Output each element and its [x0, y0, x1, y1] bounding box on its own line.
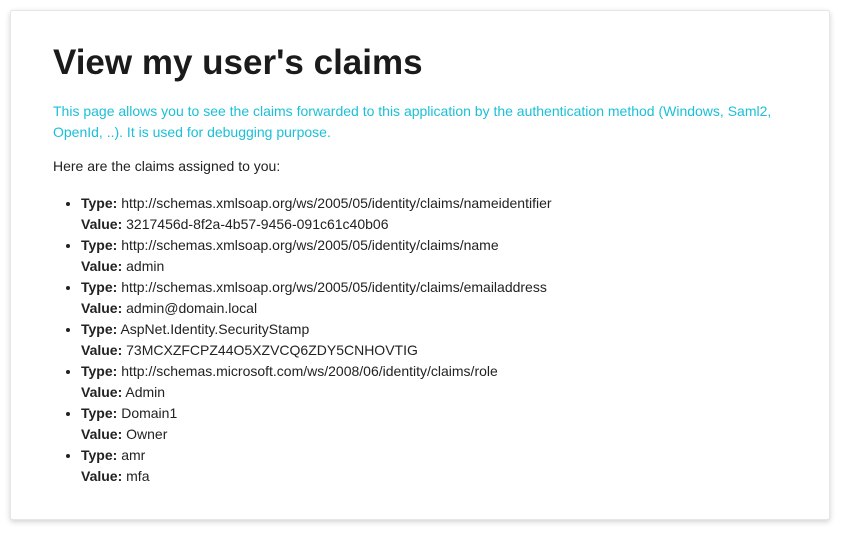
claim-item: Type: http://schemas.microsoft.com/ws/20… [81, 361, 787, 403]
claim-type-row: Type: http://schemas.xmlsoap.org/ws/2005… [81, 277, 787, 298]
claim-type-row: Type: http://schemas.xmlsoap.org/ws/2005… [81, 235, 787, 256]
claim-value: admin [126, 258, 165, 274]
claim-type-label: Type: [81, 321, 118, 337]
claim-item: Type: amr Value: mfa [81, 445, 787, 487]
claims-list: Type: http://schemas.xmlsoap.org/ws/2005… [53, 193, 787, 487]
claim-item: Type: http://schemas.xmlsoap.org/ws/2005… [81, 277, 787, 319]
claim-value-label: Value: [81, 258, 123, 274]
claims-intro: Here are the claims assigned to you: [53, 158, 281, 174]
page-title: View my user's claims [53, 43, 423, 82]
claim-value-label: Value: [81, 426, 123, 442]
claim-type-label: Type: [81, 237, 118, 253]
claim-type-label: Type: [81, 447, 118, 463]
claims-card: View my user's claims This page allows y… [10, 10, 830, 520]
claim-type-value: Domain1 [121, 405, 178, 421]
claim-type-row: Type: AspNet.Identity.SecurityStamp [81, 319, 787, 340]
claim-value-label: Value: [81, 342, 123, 358]
claim-type-row: Type: Domain1 [81, 403, 787, 424]
claim-type-label: Type: [81, 279, 118, 295]
claim-value: Owner [126, 426, 168, 442]
claim-type-value: amr [121, 447, 146, 463]
claim-type-value: AspNet.Identity.SecurityStamp [120, 321, 310, 337]
claim-type-label: Type: [81, 363, 118, 379]
claim-type-value: http://schemas.xmlsoap.org/ws/2005/05/id… [121, 237, 499, 253]
claim-type-label: Type: [81, 405, 118, 421]
claim-value: Admin [125, 384, 166, 400]
claim-value-row: Value: mfa [81, 466, 787, 487]
claim-value-label: Value: [81, 468, 123, 484]
claim-value-row: Value: Admin [81, 382, 787, 403]
claim-value-label: Value: [81, 216, 123, 232]
claim-item: Type: http://schemas.xmlsoap.org/ws/2005… [81, 235, 787, 277]
claim-value-row: Value: admin@domain.local [81, 298, 787, 319]
claim-value: 3217456d-8f2a-4b57-9456-091c61c40b06 [126, 216, 389, 232]
claim-value-label: Value: [81, 300, 123, 316]
claim-type-row: Type: http://schemas.xmlsoap.org/ws/2005… [81, 193, 787, 214]
claim-type-row: Type: http://schemas.microsoft.com/ws/20… [81, 361, 787, 382]
claim-item: Type: AspNet.Identity.SecurityStamp Valu… [81, 319, 787, 361]
claim-value: 73MCXZFCPZ44O5XZVCQ6ZDY5CNHOVTIG [126, 342, 418, 358]
claim-item: Type: http://schemas.xmlsoap.org/ws/2005… [81, 193, 787, 235]
claim-type-value: http://schemas.microsoft.com/ws/2008/06/… [121, 363, 498, 379]
claim-value-label: Value: [81, 384, 123, 400]
claim-type-value: http://schemas.xmlsoap.org/ws/2005/05/id… [121, 279, 547, 295]
claim-item: Type: Domain1 Value: Owner [81, 403, 787, 445]
claim-value-row: Value: admin [81, 256, 787, 277]
claim-type-value: http://schemas.xmlsoap.org/ws/2005/05/id… [121, 195, 552, 211]
claim-value-row: Value: 3217456d-8f2a-4b57-9456-091c61c40… [81, 214, 787, 235]
page-description: This page allows you to see the claims f… [53, 103, 772, 140]
claim-type-label: Type: [81, 195, 118, 211]
claim-value-row: Value: 73MCXZFCPZ44O5XZVCQ6ZDY5CNHOVTIG [81, 340, 787, 361]
claim-value: mfa [126, 468, 150, 484]
claim-value: admin@domain.local [126, 300, 258, 316]
claim-type-row: Type: amr [81, 445, 787, 466]
claim-value-row: Value: Owner [81, 424, 787, 445]
